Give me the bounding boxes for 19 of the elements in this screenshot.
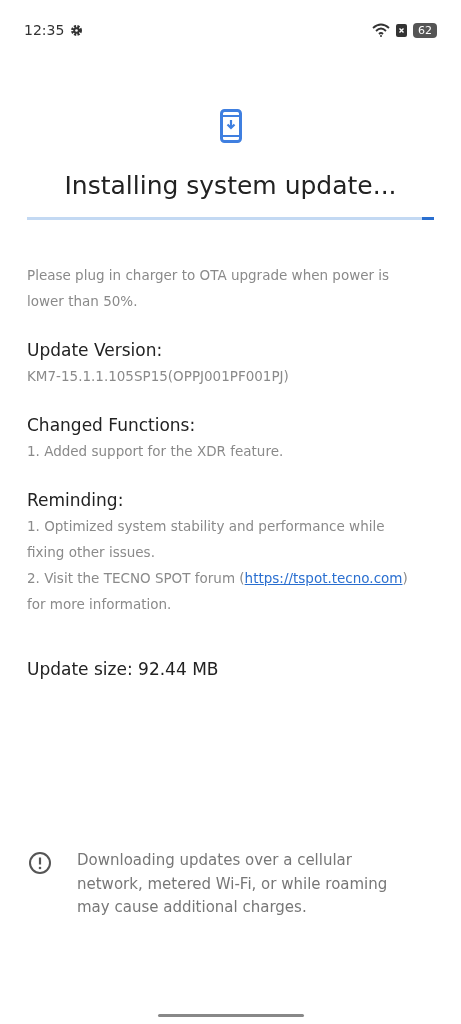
- notice-text: Please plug in charger to OTA upgrade when power is lower than 50%.: [27, 266, 391, 311]
- sim-icon: [396, 23, 407, 37]
- section-text: KM7-15.1.1.105SP15(OPPJ001PF001PJ): [27, 367, 290, 386]
- warning-text: Downloading updates over a cellular network, metered Wi-Fi, or while roaming may cause additional charges.: [77, 850, 389, 918]
- forum-link[interactable]: https://tspot.tecno.com: [244, 570, 403, 586]
- section-heading: Reminding:: [27, 489, 125, 512]
- update-size: Update size: 92.44 MB: [27, 659, 220, 679]
- section-text: 1. Optimized system stability and performance while fixing other issues.: [27, 517, 386, 562]
- section-heading: Changed Functions:: [27, 414, 197, 437]
- gear-icon: [70, 23, 84, 37]
- phone-download-icon: [219, 109, 242, 143]
- section-text: 2. Visit the TECNO SPOT forum (https://tspot.tecno.com) for more information.: [27, 569, 409, 614]
- info-icon: [28, 851, 52, 875]
- section-text: 1. Added support for the XDR feature.: [27, 442, 285, 461]
- wifi-icon: [372, 23, 390, 37]
- screen-title: Installing system update...: [64, 171, 397, 200]
- battery-indicator: 62: [413, 22, 437, 38]
- section-heading: Update Version:: [27, 339, 164, 362]
- clock: 12:35: [24, 22, 65, 38]
